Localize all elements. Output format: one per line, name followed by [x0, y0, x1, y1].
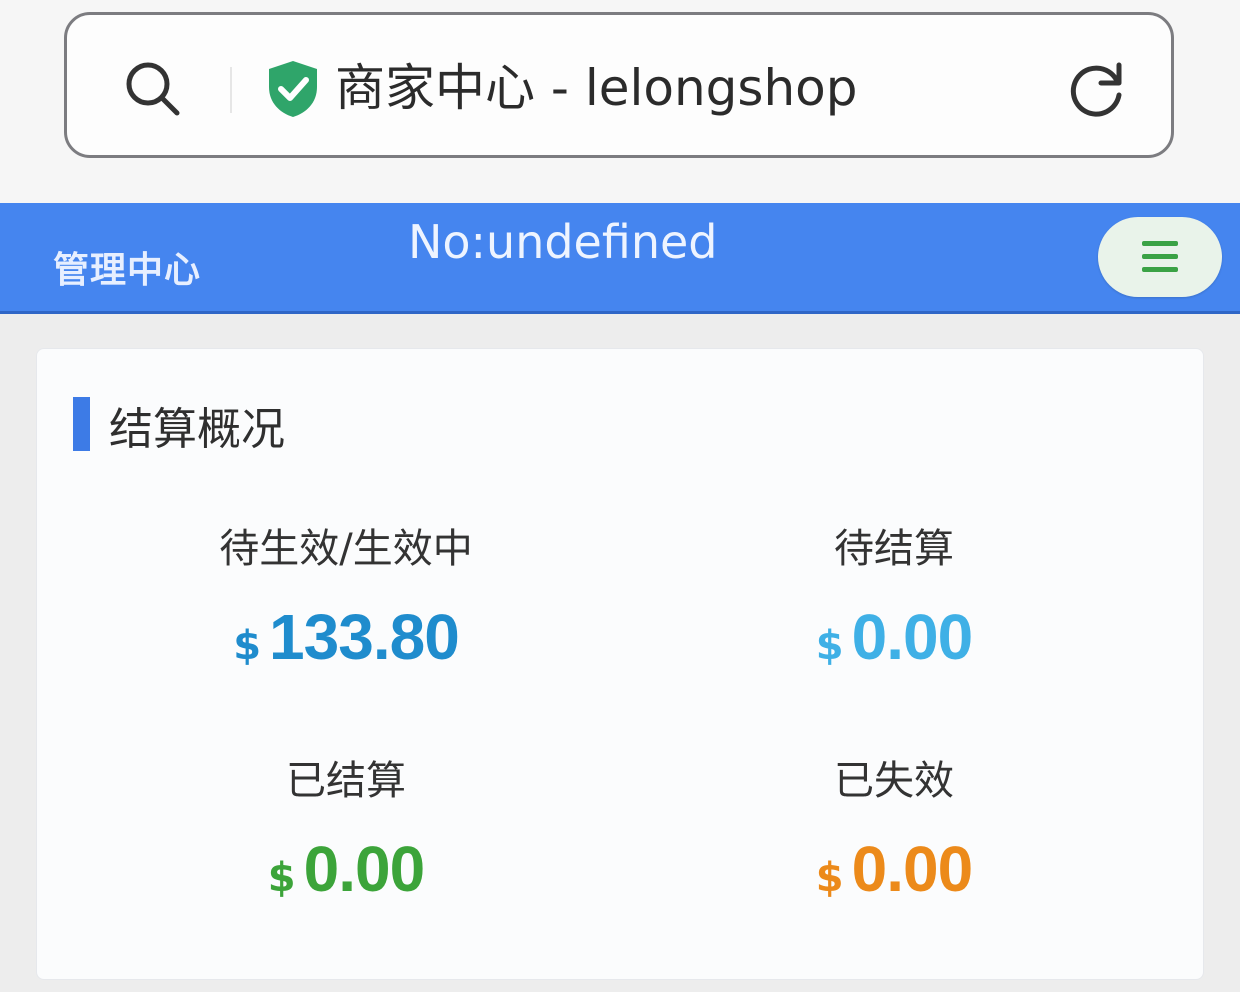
hamburger-menu-icon — [1142, 241, 1178, 273]
currency-symbol: $ — [233, 623, 262, 669]
stat-label: 已结算 — [286, 758, 406, 804]
stat-value: $133.80 — [76, 599, 616, 675]
address-bar[interactable]: 商家中心 - lelongshop — [64, 12, 1174, 158]
page-url-title: 商家中心 - lelongshop — [335, 59, 858, 117]
stat-value: $0.00 — [76, 831, 616, 907]
stat-value: $0.00 — [624, 831, 1164, 907]
stat-label: 待结算 — [834, 526, 954, 572]
amount: 0.00 — [303, 833, 426, 905]
page: 商家中心 - lelongshop 管理中心 No:undefined 结算概况… — [0, 0, 1240, 992]
stat-settled: 已结算 $0.00 — [76, 753, 616, 907]
browser-bar: 商家中心 - lelongshop — [0, 0, 1240, 203]
currency-symbol: $ — [815, 855, 844, 901]
stat-label: 待生效/生效中 — [219, 526, 473, 572]
stat-value: $0.00 — [624, 599, 1164, 675]
currency-symbol: $ — [815, 623, 844, 669]
section-title: 结算概况 — [109, 404, 285, 455]
amount: 133.80 — [269, 601, 460, 673]
reload-icon[interactable] — [1067, 59, 1127, 119]
amount: 0.00 — [851, 601, 974, 673]
settlement-card: 结算概况 待生效/生效中 $133.80 待结算 $0.00 已结算 $0.00… — [36, 348, 1204, 980]
menu-button[interactable] — [1098, 217, 1222, 297]
app-header: 管理中心 No:undefined — [0, 203, 1240, 314]
stat-expired: 已失效 $0.00 — [624, 753, 1164, 907]
amount: 0.00 — [851, 833, 974, 905]
stat-label: 已失效 — [834, 758, 954, 804]
header-management-label[interactable]: 管理中心 — [53, 241, 201, 293]
header-title: No:undefined — [408, 215, 718, 269]
shield-check-icon — [269, 61, 317, 117]
stat-pending-settlement: 待结算 $0.00 — [624, 521, 1164, 675]
currency-symbol: $ — [267, 855, 296, 901]
url-divider — [230, 67, 232, 113]
section-accent-bar — [73, 397, 90, 451]
stat-pending-effective: 待生效/生效中 $133.80 — [76, 521, 616, 675]
search-icon[interactable] — [123, 59, 183, 119]
